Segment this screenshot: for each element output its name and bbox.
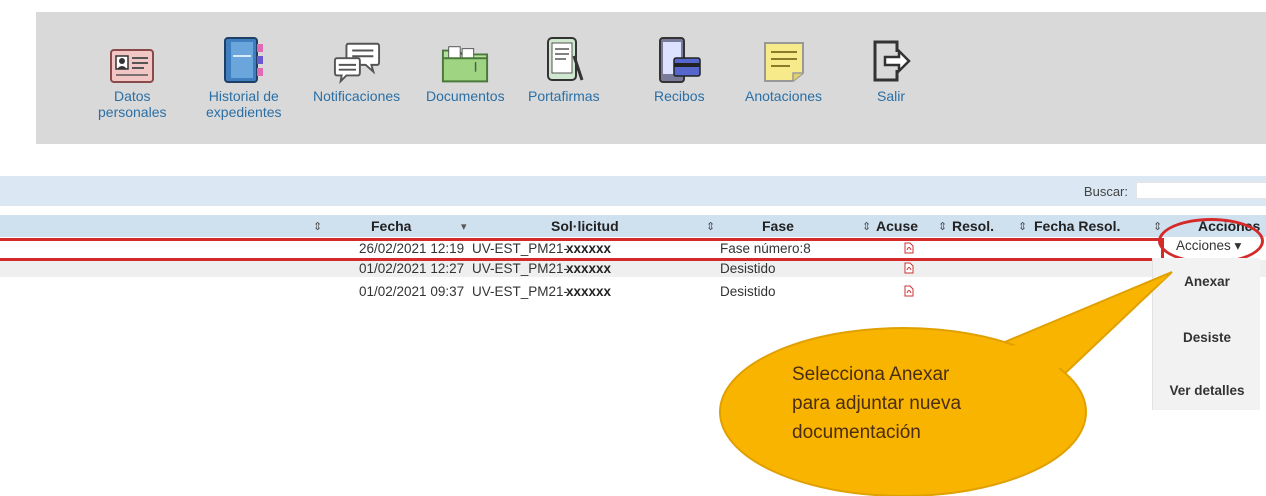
callout-line: documentación (792, 422, 921, 443)
callout-line: para adjuntar nueva (792, 393, 962, 414)
callout-text: Selecciona Anexar para adjuntar nueva do… (792, 360, 961, 447)
callout-bubble (719, 271, 1173, 496)
callout-line: Selecciona Anexar (792, 364, 950, 385)
